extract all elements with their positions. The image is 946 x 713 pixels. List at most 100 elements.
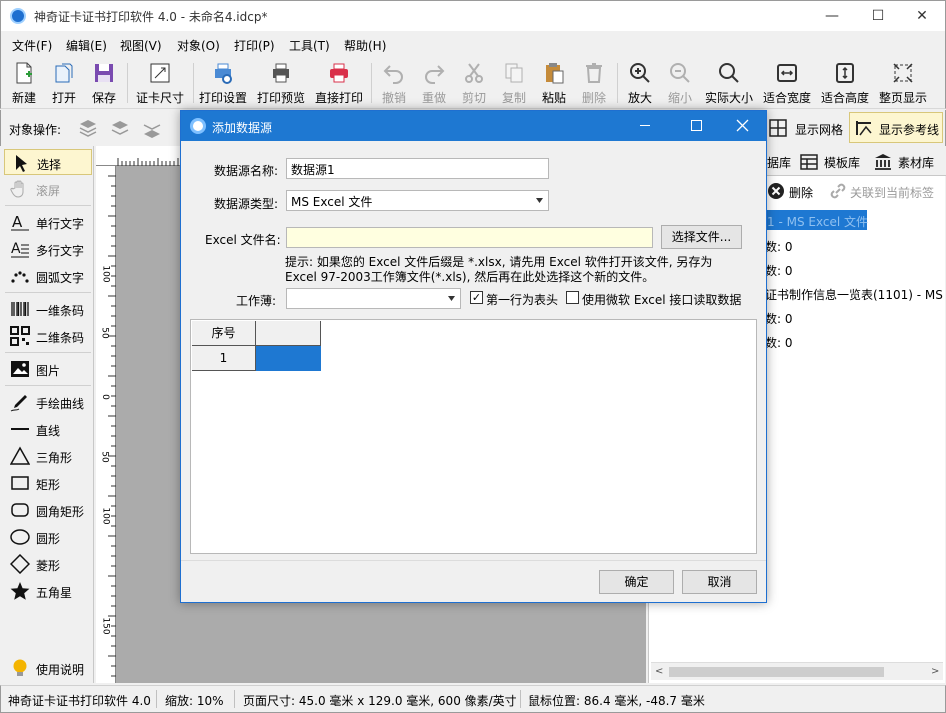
undo-icon	[383, 65, 403, 84]
delete-button[interactable]: 删除	[577, 61, 611, 107]
tool-pan[interactable]: 滚屏	[4, 176, 92, 202]
scroll-right-icon[interactable]: >	[931, 666, 939, 677]
full-page-icon	[893, 63, 913, 83]
worksheet-label: 工作薄:	[236, 294, 277, 308]
save-button[interactable]: 保存	[87, 61, 121, 107]
layer-backward-icon[interactable]	[141, 117, 163, 139]
tool-freehand[interactable]: 手绘曲线	[4, 389, 92, 415]
object-operations-label: 对象操作:	[9, 123, 62, 137]
cut-button[interactable]: 剪切	[457, 61, 491, 107]
tree-item-selected[interactable]: 1 - MS Excel 文件	[765, 210, 868, 230]
choose-file-button[interactable]: 选择文件...	[661, 225, 742, 249]
tool-single-line-text[interactable]: A 单行文字	[4, 209, 92, 235]
tool-arc-text[interactable]: 圆弧文字	[4, 263, 92, 289]
triangle-icon	[10, 446, 30, 465]
source-type-select[interactable]: MS Excel 文件	[286, 190, 549, 211]
tool-diamond[interactable]: 菱形	[4, 551, 92, 577]
maximize-button[interactable]: ☐	[855, 1, 901, 31]
tree-item[interactable]: 数: 0	[765, 310, 793, 327]
help-button[interactable]: 使用说明	[4, 655, 92, 681]
cancel-button[interactable]: 取消	[682, 570, 757, 594]
line-icon	[11, 428, 29, 430]
dialog-maximize-button[interactable]	[691, 120, 702, 131]
tool-multi-line-text[interactable]: A 多行文字	[4, 236, 92, 262]
menu-object[interactable]: 对象(O)	[177, 37, 220, 54]
tree-item[interactable]: 数: 0	[765, 238, 793, 255]
menu-help[interactable]: 帮助(H)	[344, 37, 386, 54]
new-button[interactable]: 新建	[7, 61, 41, 107]
grid-row-index: 1	[192, 346, 256, 371]
tree-item-source[interactable]: 证书制作信息一览表(1101) - MS E	[765, 284, 945, 302]
zoom-in-button[interactable]: 放大	[623, 61, 657, 107]
layer-forward-icon[interactable]	[109, 117, 131, 139]
card-size-button[interactable]: 证卡尺寸	[133, 61, 187, 107]
scroll-left-icon[interactable]: <	[655, 666, 663, 677]
dialog-title: 添加数据源	[212, 121, 273, 135]
chevron-down-icon	[448, 296, 455, 301]
tool-barcode[interactable]: 一维条码	[4, 296, 92, 322]
tree-item[interactable]: 数: 0	[765, 334, 793, 351]
tool-line[interactable]: 直线	[4, 416, 92, 442]
excel-file-input[interactable]	[286, 227, 653, 248]
delete-source-button[interactable]: 删除	[767, 180, 827, 202]
menu-print[interactable]: 打印(P)	[234, 37, 275, 54]
ruler-mark: 50	[99, 451, 110, 463]
data-preview-grid[interactable]: 序号 1	[190, 319, 757, 554]
redo-button[interactable]: 重做	[417, 61, 451, 107]
grid-cell-selected[interactable]	[256, 346, 321, 371]
fit-width-button[interactable]: 适合宽度	[761, 61, 813, 107]
tool-image[interactable]: 图片	[4, 356, 92, 382]
menu-file[interactable]: 文件(F)	[12, 37, 52, 54]
tab-template-library[interactable]: 模板库	[797, 149, 867, 175]
print-preview-button[interactable]: 打印预览	[255, 61, 307, 107]
link-icon	[830, 183, 846, 199]
dialog-minimize-button[interactable]	[640, 125, 650, 126]
tool-rounded-rectangle[interactable]: 圆角矩形	[4, 497, 92, 523]
ruler-mark: 150	[100, 617, 111, 635]
tool-ellipse[interactable]: 圆形	[4, 524, 92, 550]
fit-height-button[interactable]: 适合高度	[819, 61, 871, 107]
tab-material-library[interactable]: 素材库	[871, 149, 943, 175]
show-guides-toggle[interactable]: 显示参考线	[849, 112, 943, 143]
actual-size-button[interactable]: 实际大小	[703, 61, 755, 107]
ok-button[interactable]: 确定	[599, 570, 674, 594]
print-setup-button[interactable]: 打印设置	[197, 61, 249, 107]
source-name-input[interactable]: 数据源1	[286, 158, 549, 179]
layer-bring-front-icon[interactable]	[77, 117, 99, 139]
tool-star[interactable]: 五角星	[4, 578, 92, 604]
dialog-app-icon	[190, 118, 206, 134]
minimize-button[interactable]: —	[809, 1, 855, 31]
link-to-label-button[interactable]: 关联到当前标签	[829, 180, 941, 202]
fit-width-icon	[777, 64, 797, 82]
redo-icon	[425, 65, 445, 84]
first-row-header-checkbox[interactable]: ✓	[470, 291, 483, 304]
scrollbar-thumb[interactable]	[669, 667, 884, 677]
tab-database[interactable]: 据库	[767, 154, 791, 171]
show-grid-toggle[interactable]: 显示网格	[767, 114, 847, 142]
ms-interface-checkbox[interactable]	[566, 291, 579, 304]
horizontal-scrollbar[interactable]: < >	[651, 662, 943, 680]
tool-select[interactable]: 选择	[4, 149, 92, 175]
full-page-button[interactable]: 整页显示	[877, 61, 929, 107]
menu-tools[interactable]: 工具(T)	[289, 37, 330, 54]
zoom-out-button[interactable]: 缩小	[663, 61, 697, 107]
tree-item[interactable]: 数: 0	[765, 262, 793, 279]
tool-qrcode[interactable]: 二维条码	[4, 323, 92, 349]
tool-rectangle[interactable]: 矩形	[4, 470, 92, 496]
paste-button[interactable]: 粘贴	[537, 61, 571, 107]
direct-print-button[interactable]: 直接打印	[313, 61, 365, 107]
worksheet-select[interactable]	[286, 288, 461, 309]
pen-icon	[10, 395, 27, 412]
tool-triangle[interactable]: 三角形	[4, 443, 92, 469]
fit-height-icon	[836, 63, 854, 83]
menu-edit[interactable]: 编辑(E)	[66, 37, 107, 54]
menu-view[interactable]: 视图(V)	[120, 37, 162, 54]
undo-button[interactable]: 撤销	[377, 61, 411, 107]
dialog-close-icon[interactable]	[736, 119, 749, 132]
copy-button[interactable]: 复制	[497, 61, 531, 107]
lightbulb-icon	[13, 659, 27, 676]
arc-text-icon	[11, 271, 29, 283]
save-icon	[95, 64, 113, 82]
open-button[interactable]: 打开	[47, 61, 81, 107]
close-button[interactable]: ✕	[899, 1, 945, 31]
